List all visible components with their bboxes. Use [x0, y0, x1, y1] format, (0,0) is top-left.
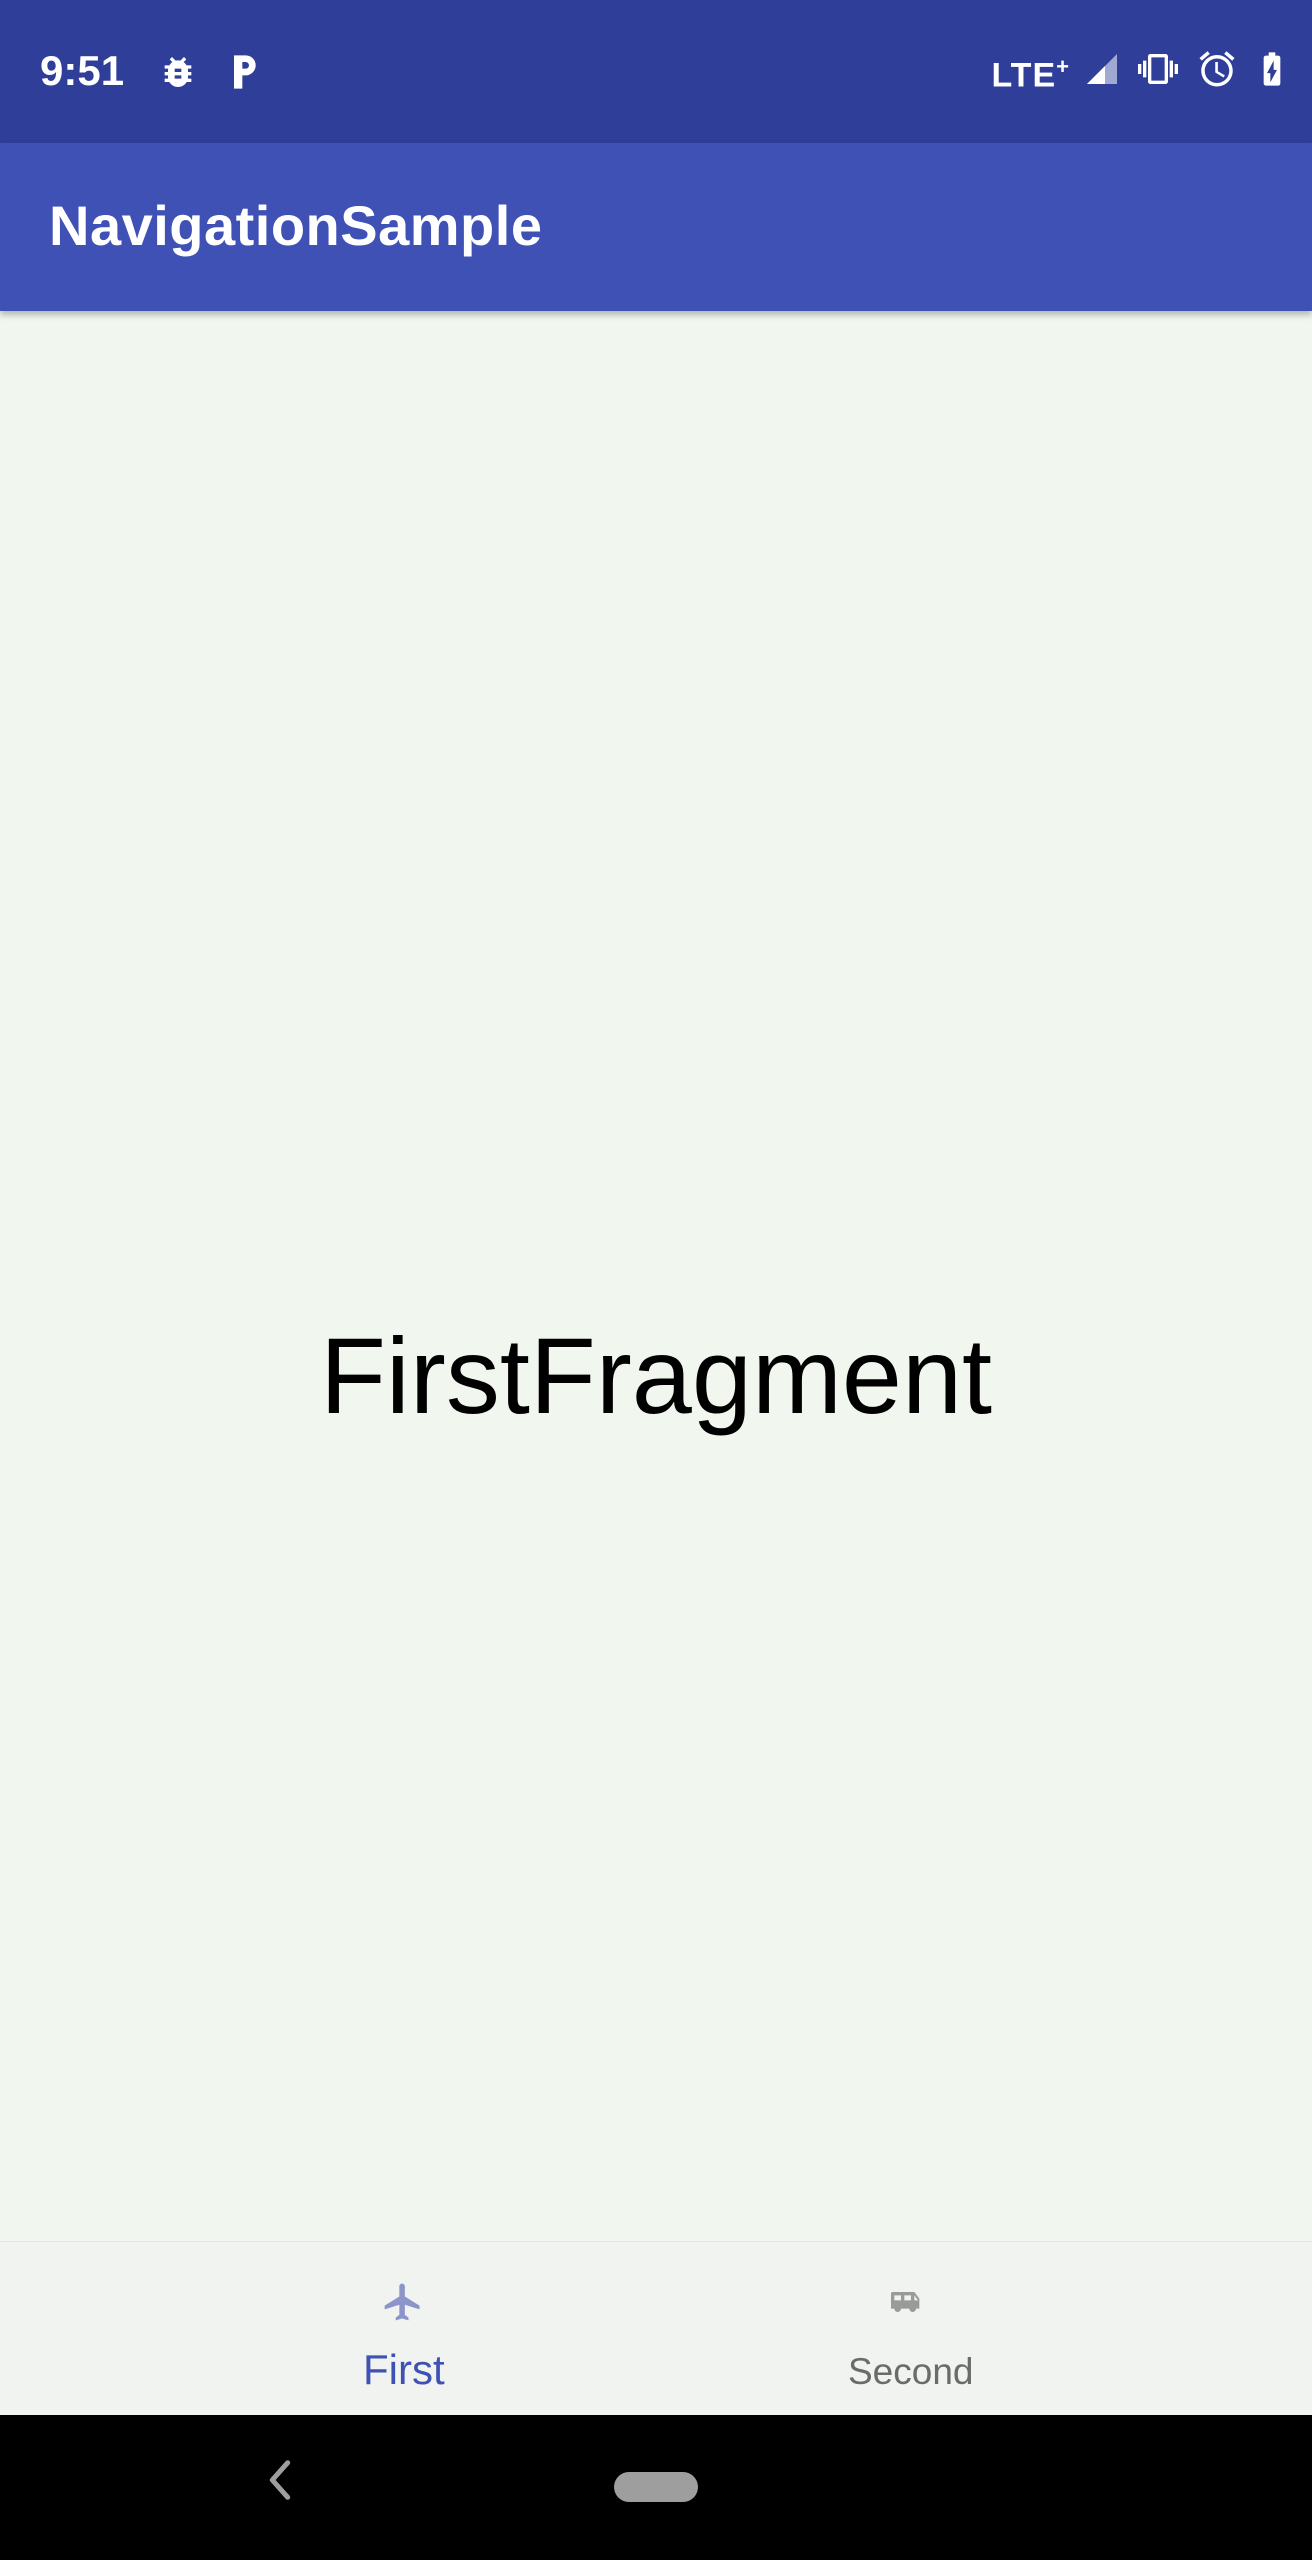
system-navigation-bar [0, 2415, 1312, 2560]
bottom-navigation: First Second [0, 2241, 1312, 2416]
fragment-label: FirstFragment [319, 1315, 993, 1436]
home-pill-icon[interactable] [614, 2472, 698, 2502]
bottom-nav-item-second[interactable]: Second [656, 2242, 1312, 2416]
app-bar: NavigationSample [0, 143, 1312, 311]
alarm-icon [1196, 48, 1238, 95]
app-title: NavigationSample [49, 194, 543, 257]
bottom-nav-label-second: Second [848, 2351, 974, 2392]
status-right-icons: LTE+ [991, 46, 1292, 96]
bus-icon [886, 2282, 930, 2326]
vibrate-icon [1134, 49, 1182, 94]
airplane-icon [381, 2280, 425, 2324]
parking-icon [224, 52, 264, 92]
status-bar: 9:51 LTE+ [0, 0, 1312, 143]
bottom-nav-item-first[interactable]: First [0, 2242, 656, 2416]
network-plus: + [1056, 53, 1070, 79]
bottom-nav-label-first: First [363, 2346, 445, 2393]
bug-icon [158, 52, 198, 92]
battery-charging-icon [1252, 47, 1292, 96]
network-type: LTE+ [991, 47, 1070, 95]
status-time: 9:51 [40, 47, 125, 94]
signal-icon [1084, 51, 1120, 92]
fragment-container: FirstFragment [0, 311, 1312, 2241]
screen: 9:51 LTE+ NavigationSample FirstFragment… [0, 0, 1312, 2560]
network-label: LTE [991, 56, 1057, 95]
back-chevron-icon[interactable] [260, 2455, 300, 2505]
